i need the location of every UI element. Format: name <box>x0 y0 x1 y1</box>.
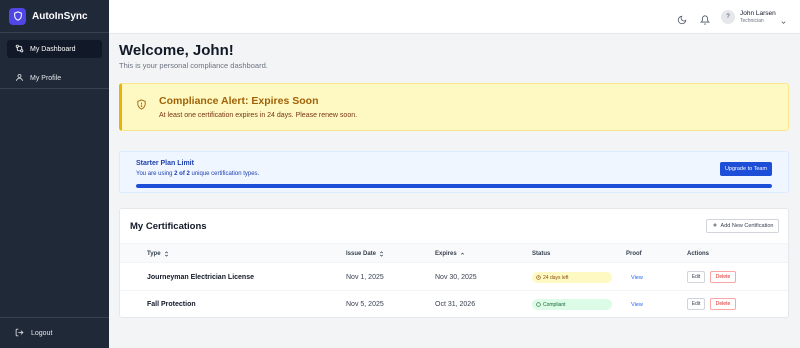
column-label: Proof <box>626 251 642 257</box>
dashboard-icon <box>15 44 24 55</box>
sidebar: AutoInSync My Dashboard My Profile Logou… <box>0 0 109 348</box>
status-label: Compliant <box>543 301 566 308</box>
cert-type: Journeyman Electrician License <box>147 274 254 281</box>
column-label: Issue Date <box>346 251 377 257</box>
page-subtitle: This is your personal compliance dashboa… <box>119 61 268 70</box>
column-issue-date[interactable]: Issue Date <box>346 251 384 257</box>
delete-button[interactable]: Delete <box>710 271 736 283</box>
alert-text: At least one certification expires in 24… <box>159 112 358 119</box>
moon-icon[interactable] <box>677 12 687 25</box>
certifications-title: My Certifications <box>130 221 207 232</box>
cert-issue-date: Nov 1, 2025 <box>346 274 384 281</box>
sidebar-nav: My Dashboard My Profile <box>0 33 109 89</box>
status-badge: 24 days left <box>532 272 612 283</box>
user-role: Technician <box>740 18 764 24</box>
sidebar-item-profile[interactable]: My Profile <box>7 69 102 87</box>
view-proof-link[interactable]: View <box>631 302 643 308</box>
brand[interactable]: AutoInSync <box>0 0 109 33</box>
chevron-down-icon[interactable] <box>780 13 787 24</box>
cert-expires: Nov 30, 2025 <box>435 274 477 281</box>
logout-icon <box>15 328 24 339</box>
column-status: Status <box>532 251 550 257</box>
certifications-card: My Certifications Add New Certification … <box>119 208 789 318</box>
column-label: Type <box>147 251 161 257</box>
sidebar-item-label: My Dashboard <box>30 45 76 53</box>
view-proof-link[interactable]: View <box>631 275 643 281</box>
alert-title: Compliance Alert: Expires Soon <box>159 95 319 107</box>
sort-icon <box>379 251 384 257</box>
sidebar-item-label: My Profile <box>30 74 62 82</box>
sort-icon <box>164 251 168 257</box>
page-title: Welcome, John! <box>119 42 234 59</box>
bell-icon[interactable] <box>699 12 711 25</box>
avatar[interactable]: ? <box>721 10 735 24</box>
plan-progress-bar <box>136 184 772 188</box>
table-row: Fall Protection Nov 5, 2025 Oct 31, 2026… <box>120 291 788 318</box>
column-expires[interactable]: Expires <box>435 251 465 257</box>
plus-icon <box>712 222 718 230</box>
column-label: Status <box>532 251 551 257</box>
cert-issue-date: Nov 5, 2025 <box>346 301 384 308</box>
table-header: Type Issue Date Expires Status Proof Act… <box>120 243 788 263</box>
logout-button[interactable]: Logout <box>0 317 109 348</box>
clock-icon <box>536 275 541 280</box>
edit-button[interactable]: Edit <box>687 298 705 310</box>
column-label: Actions <box>687 251 710 257</box>
status-badge: Compliant <box>532 299 612 310</box>
column-actions: Actions <box>687 251 709 257</box>
compliance-alert: Compliance Alert: Expires Soon At least … <box>119 83 789 131</box>
sort-ascending-icon <box>460 252 464 255</box>
add-certification-label: Add New Certification <box>720 223 774 229</box>
shield-alert-icon <box>136 97 147 110</box>
table-row: Journeyman Electrician License Nov 1, 20… <box>120 264 788 291</box>
plan-text-suffix: unique certification types. <box>191 171 260 177</box>
main-content: Welcome, John! This is your personal com… <box>109 34 800 348</box>
cert-expires: Oct 31, 2026 <box>435 301 476 308</box>
delete-button[interactable]: Delete <box>710 298 736 310</box>
user-name[interactable]: John Larsen <box>740 10 776 17</box>
upgrade-button[interactable]: Upgrade to Team <box>720 162 772 176</box>
add-certification-button[interactable]: Add New Certification <box>706 219 779 233</box>
plan-text-prefix: You are using <box>136 171 173 177</box>
top-header: ? John Larsen Technician <box>109 0 800 34</box>
check-circle-icon <box>536 302 541 307</box>
plan-text: You are using 2 of 2 unique certificatio… <box>136 171 259 177</box>
status-label: 24 days left <box>543 274 569 281</box>
column-label: Expires <box>435 251 457 257</box>
column-proof: Proof <box>626 251 642 257</box>
user-icon <box>15 73 24 84</box>
plan-title: Starter Plan Limit <box>136 160 194 167</box>
logout-label: Logout <box>31 329 53 337</box>
plan-progress-fill <box>136 184 772 188</box>
shield-icon <box>9 7 26 25</box>
sidebar-item-dashboard[interactable]: My Dashboard <box>7 40 102 58</box>
edit-button[interactable]: Edit <box>687 271 705 283</box>
cert-type: Fall Protection <box>147 301 196 308</box>
plan-usage: 2 of 2 <box>174 171 190 177</box>
column-type[interactable]: Type <box>147 251 169 257</box>
plan-limit-banner: Starter Plan Limit You are using 2 of 2 … <box>119 151 789 193</box>
app-name: AutoInSync <box>32 10 88 22</box>
